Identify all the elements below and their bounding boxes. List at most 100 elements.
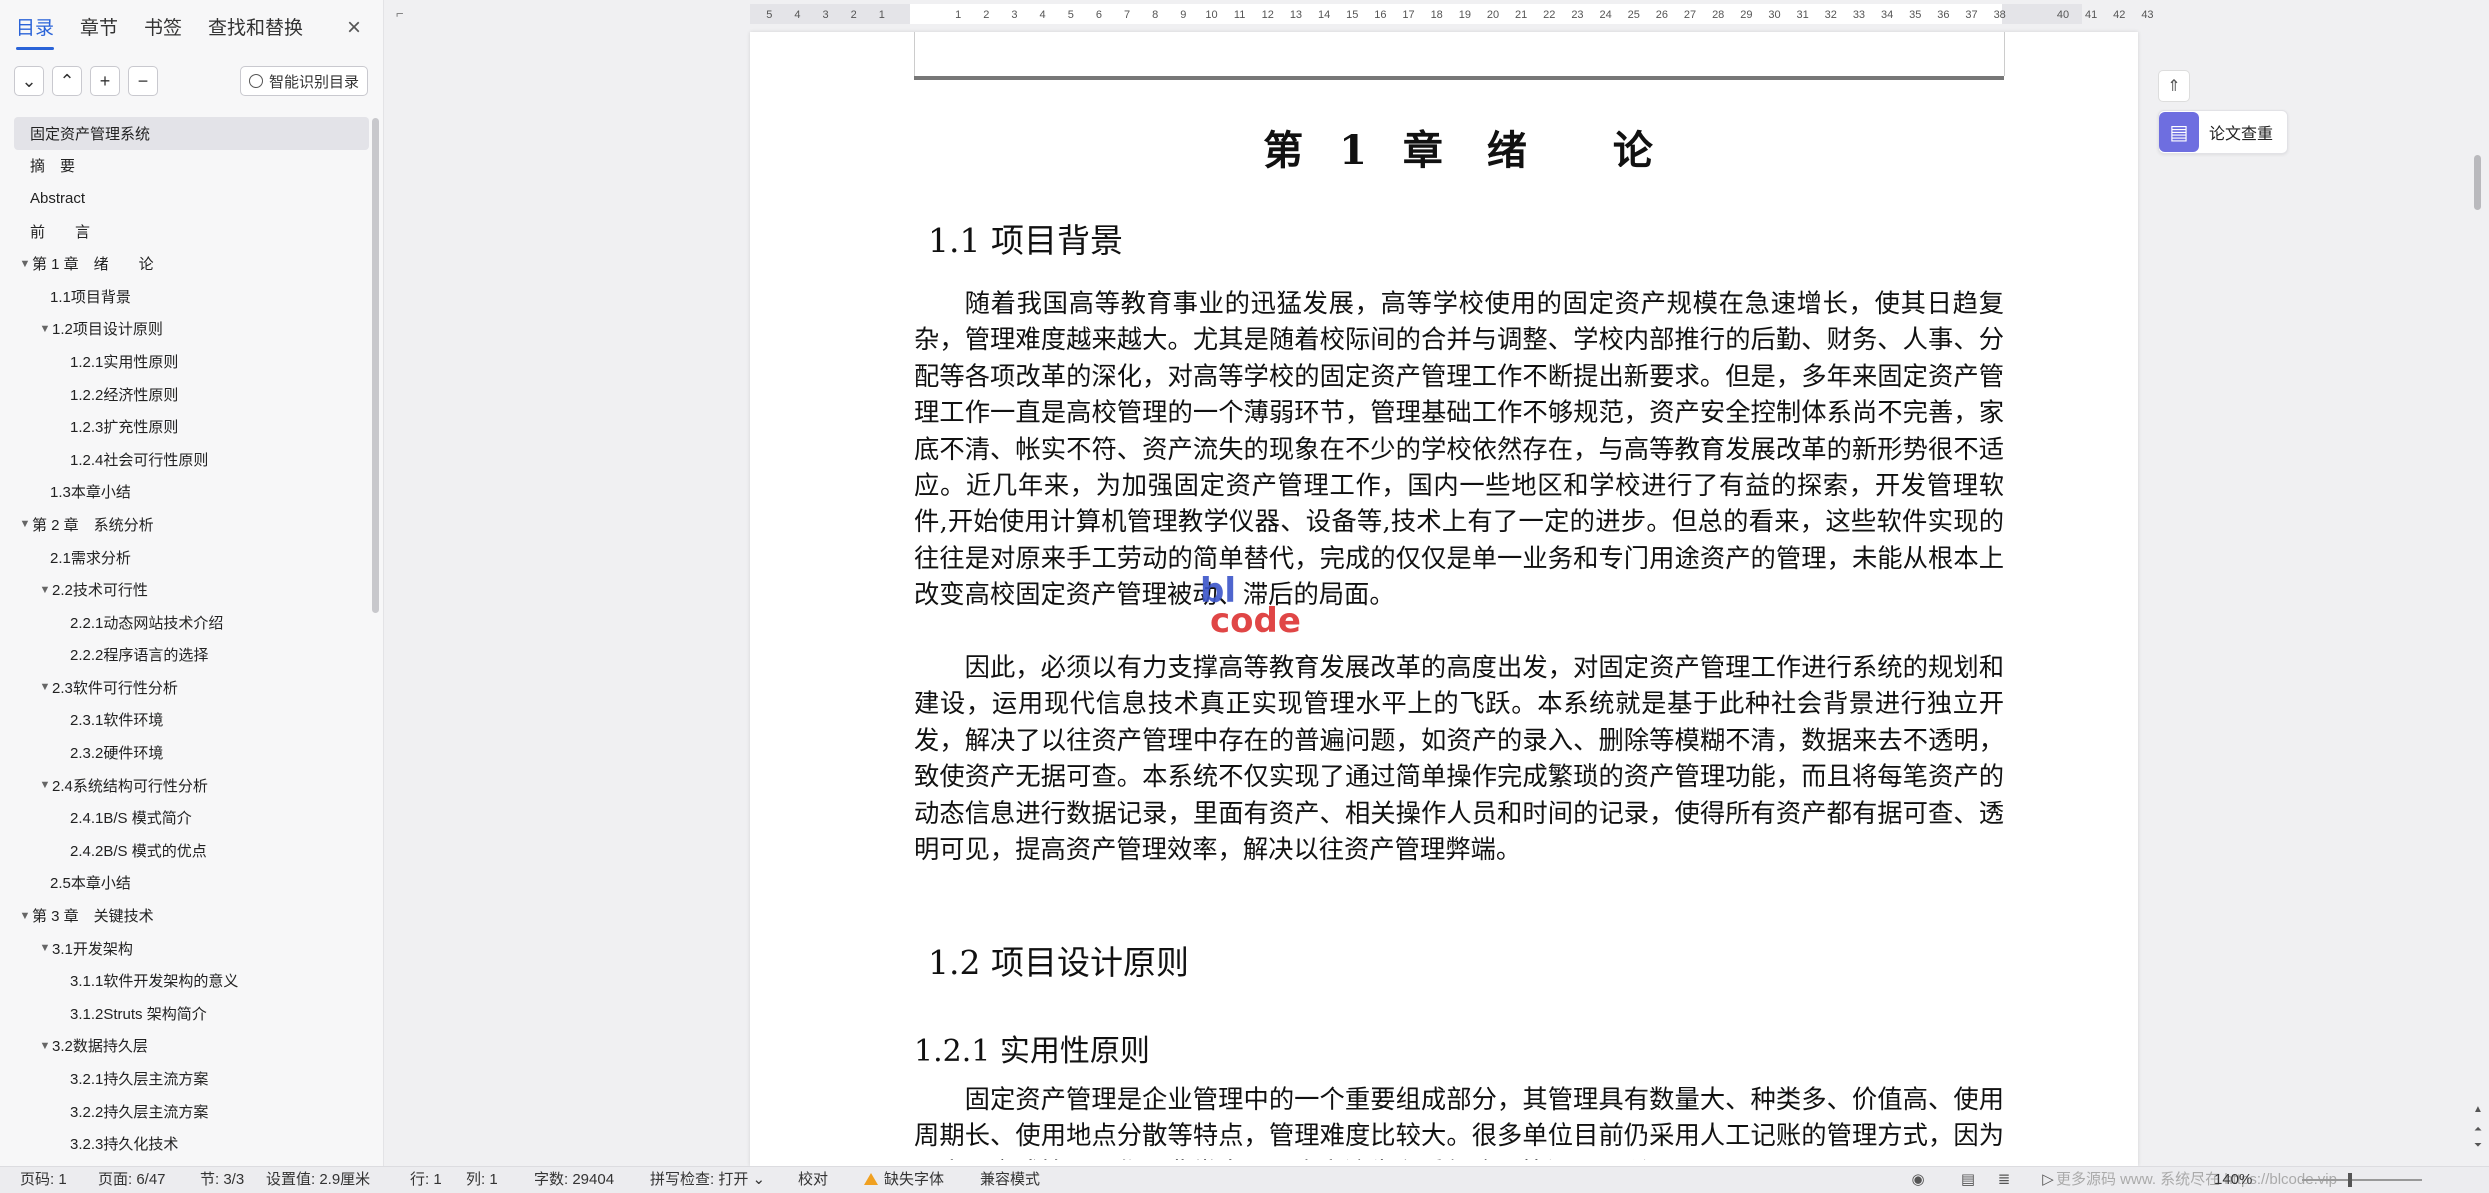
toc-item[interactable]: 2.4.1B/S 模式简介 [14, 801, 369, 834]
toc-item[interactable]: ▼ 3.2数据持久层 [14, 1030, 369, 1063]
status-spell-check[interactable]: 拼写检查: 打开 ⌄ [650, 1167, 765, 1193]
toc-item[interactable]: Abstract [14, 182, 369, 215]
toc-item[interactable]: ▼ 2.3软件可行性分析 [14, 671, 369, 704]
status-section[interactable]: 节: 3/3 [200, 1167, 244, 1193]
document-check-icon: ▤ [2159, 112, 2199, 152]
ruler-tick-label: 37 [1965, 9, 1978, 21]
expand-all-button[interactable]: ⌃ [52, 66, 82, 96]
toc-item[interactable]: 3.1.1软件开发架构的意义 [14, 964, 369, 997]
toc-item[interactable]: ▼ 2.4系统结构可行性分析 [14, 769, 369, 802]
zoom-slider[interactable] [2302, 1179, 2422, 1181]
toc-item[interactable]: 2.1需求分析 [14, 541, 369, 574]
navigation-pane: 目录 章节 书签 查找和替换 × ⌄ ⌃ + − 智能识别目录 固定资产管理系统摘 要… [0, 0, 384, 1166]
ruler-tick-label: 31 [1796, 9, 1809, 21]
toc-item[interactable]: 3.2.3持久化技术 [14, 1127, 369, 1160]
chevron-down-icon: ⌄ [21, 70, 37, 91]
tab-find-replace[interactable]: 查找和替换 [208, 14, 303, 44]
toc-item[interactable]: ▼ 第 1 章 绪 论 [14, 247, 369, 280]
toc-item[interactable]: 1.3本章小结 [14, 476, 369, 509]
toc-item[interactable]: 1.2.3扩充性原则 [14, 410, 369, 443]
expand-arrow-icon[interactable]: ▼ [18, 518, 32, 530]
toc-item[interactable]: 3.2.1持久层主流方案 [14, 1062, 369, 1095]
toc-item[interactable]: 1.2.4社会可行性原则 [14, 443, 369, 476]
smart-toc-button[interactable]: 智能识别目录 [240, 66, 368, 96]
toc-item-label: 3.2.2持久层主流方案 [70, 1103, 209, 1121]
ruler-tick-label: 26 [1655, 9, 1669, 21]
expand-arrow-icon[interactable]: ▼ [18, 910, 32, 922]
toc-item-label: 2.5本章小结 [50, 875, 131, 893]
toc-item-label: 2.3.1软件环境 [70, 712, 164, 730]
expand-arrow-icon[interactable]: ▼ [38, 323, 52, 335]
status-page-count[interactable]: 页面: 6/47 [98, 1167, 166, 1193]
vertical-scrollbar[interactable] [2474, 155, 2481, 210]
tab-stop-icon[interactable]: ⌐ [396, 6, 404, 21]
expand-arrow-icon[interactable]: ▼ [38, 584, 52, 596]
next-page-icon[interactable]: ⏷ [2472, 1140, 2484, 1151]
ruler-tick-label: 20 [1486, 9, 1500, 21]
expand-arrow-icon[interactable]: ▼ [38, 779, 52, 791]
toc-item[interactable]: 2.4.2B/S 模式的优点 [14, 834, 369, 867]
play-icon[interactable]: ▷ [2040, 1172, 2056, 1188]
expand-arrow-icon[interactable]: ▼ [18, 258, 32, 270]
ruler-tick-label: 24 [1599, 9, 1612, 21]
tab-toc[interactable]: 目录 [16, 14, 55, 50]
zoom-level[interactable]: 140% [2214, 1167, 2252, 1193]
toc-item[interactable]: 前 言 [14, 215, 369, 248]
expand-arrow-icon[interactable]: ▼ [38, 942, 52, 954]
toc-item[interactable]: 3.1.2Struts 架构简介 [14, 997, 369, 1030]
status-proofread[interactable]: 校对 [798, 1167, 828, 1193]
toc-item[interactable]: 1.2.1实用性原则 [14, 345, 369, 378]
zoom-slider-handle[interactable] [2348, 1173, 2352, 1187]
status-word-count[interactable]: 字数: 29404 [534, 1167, 614, 1193]
toc-item[interactable]: 2.3.1软件环境 [14, 704, 369, 737]
status-compat-mode: 兼容模式 [980, 1171, 1041, 1188]
toc-item[interactable]: 2.2.2程序语言的选择 [14, 639, 369, 672]
scroll-up-icon[interactable]: ▲ [2472, 1104, 2484, 1115]
toc-item[interactable]: 2.5本章小结 [14, 867, 369, 900]
toc-item[interactable]: 3.2.2持久层主流方案 [14, 1095, 369, 1128]
prev-page-icon[interactable]: ⏶ [2472, 1124, 2484, 1135]
toc-item[interactable]: ▼ 1.2项目设计原则 [14, 313, 369, 346]
ruler-tick-label: 42 [2113, 9, 2126, 21]
toc-item-label: 2.4.2B/S 模式的优点 [70, 842, 207, 860]
ruler-tick-label: 34 [1880, 9, 1894, 21]
remove-level-button[interactable]: − [128, 66, 158, 96]
toc-item[interactable]: 固定资产管理系统 [14, 117, 369, 150]
toc-item[interactable]: ▼ 第 3 章 关键技术 [14, 899, 369, 932]
collapse-ribbon-icon[interactable]: ⇑ [2158, 70, 2190, 102]
outline-view-icon[interactable]: ≣ [1996, 1172, 2012, 1188]
toc-item-label: 3.2数据持久层 [52, 1038, 148, 1056]
close-icon[interactable]: × [340, 14, 368, 42]
chevron-up-icon: ⌃ [59, 70, 75, 91]
ruler-tick-label: 16 [1374, 9, 1387, 21]
toc-item[interactable]: ▼ 第 2 章 系统分析 [14, 508, 369, 541]
paragraph: 随着我国高等教育事业的迅猛发展，高等学校使用的固定资产规模在急速增长，使其日趋复… [914, 289, 2004, 610]
status-setting[interactable]: 设置值: 2.9厘米 [266, 1167, 370, 1193]
toc-item[interactable]: 2.3.2硬件环境 [14, 736, 369, 769]
collapse-all-button[interactable]: ⌄ [14, 66, 44, 96]
toc-item[interactable]: 2.2.1动态网站技术介绍 [14, 606, 369, 639]
toc-item[interactable]: 1.2.2经济性原则 [14, 378, 369, 411]
expand-arrow-icon[interactable]: ▼ [38, 1040, 52, 1052]
toc-item-label: 3.1.2Struts 架构简介 [70, 1005, 207, 1023]
eye-icon[interactable]: ◉ [1910, 1172, 1926, 1188]
page-view-icon[interactable]: ▤ [1960, 1172, 1976, 1188]
toc-item[interactable]: 1.1项目背景 [14, 280, 369, 313]
tab-bookmarks[interactable]: 书签 [144, 14, 182, 44]
tab-chapters[interactable]: 章节 [80, 14, 118, 44]
toc-item[interactable]: ▼ 3.1开发架构 [14, 932, 369, 965]
add-level-button[interactable]: + [90, 66, 120, 96]
paper-check-button[interactable]: ▤ 论文查重 [2158, 110, 2288, 154]
toc-item-label: 2.1需求分析 [50, 549, 131, 567]
toc-item[interactable]: 摘 要 [14, 150, 369, 183]
status-missing-font[interactable]: 缺失字体 [864, 1167, 944, 1193]
toc-item-label: 3.1开发架构 [52, 940, 133, 958]
toc-item-label: 1.2.3扩充性原则 [70, 419, 179, 437]
header-rule [914, 76, 2004, 80]
toc-item[interactable]: ▼ 2.2技术可行性 [14, 573, 369, 606]
expand-arrow-icon[interactable]: ▼ [38, 681, 52, 693]
ruler-tick-label: 32 [1824, 9, 1837, 21]
chapter-title: 第 1 章 绪 论 [1263, 127, 1655, 174]
status-page-number[interactable]: 页码: 1 [20, 1167, 67, 1193]
nav-scrollbar[interactable] [372, 118, 379, 613]
